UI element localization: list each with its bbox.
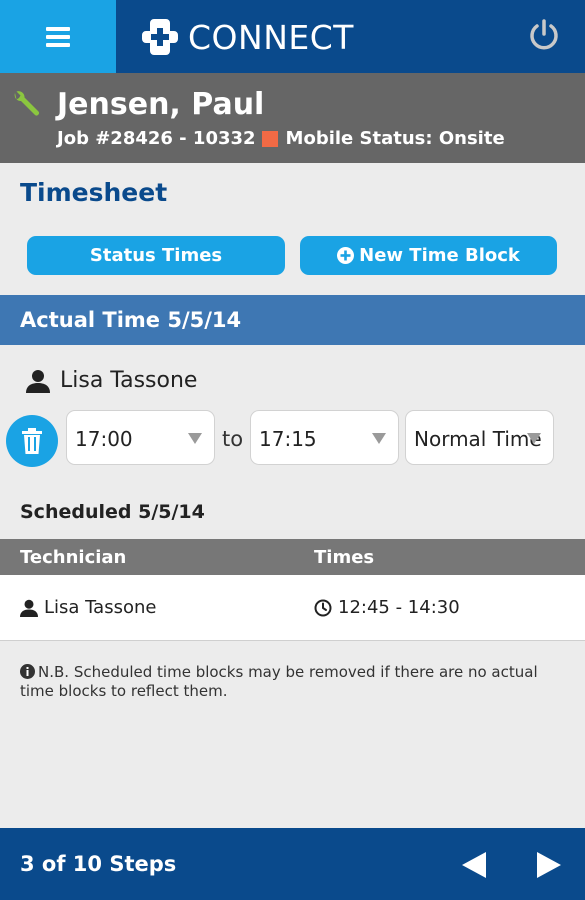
clock-icon [314, 599, 332, 616]
plus-cross-logo-icon [142, 19, 178, 55]
column-header-technician: Technician [20, 547, 127, 568]
brand: CONNECT [140, 16, 354, 58]
job-info: Job #28426 - 10332 Mobile Status: Onsite [57, 128, 505, 149]
delete-time-block-button[interactable] [6, 415, 58, 467]
actual-time-title: Actual Time 5/5/14 [20, 308, 242, 332]
dropdown-arrow-icon [188, 433, 202, 444]
to-time-select[interactable]: 17:15 [250, 410, 399, 465]
table-row: Lisa Tassone 12:45 - 14:30 [0, 575, 585, 641]
dropdown-arrow-icon [372, 433, 386, 444]
status-times-label: Status Times [89, 245, 223, 266]
scheduled-table-header: Technician Times [0, 539, 585, 575]
row-technician: Lisa Tassone [20, 597, 156, 618]
status-times-button[interactable]: Status Times [27, 236, 285, 275]
power-icon[interactable] [527, 18, 561, 52]
menu-button[interactable] [0, 0, 116, 73]
status-indicator [261, 130, 278, 147]
time-type-value: Normal Time [414, 427, 542, 451]
from-time-select[interactable]: 17:00 [66, 410, 215, 465]
bottom-bar: 3 of 10 Steps [0, 828, 585, 900]
person-icon [26, 369, 50, 393]
dropdown-arrow-icon [527, 433, 541, 444]
next-arrow-icon[interactable] [537, 852, 561, 878]
note-text: N.B. Scheduled time blocks may be remove… [20, 663, 538, 700]
scheduled-note: N.B. Scheduled time blocks may be remove… [20, 663, 565, 701]
row-times-value: 12:45 - 14:30 [338, 597, 460, 618]
to-label: to [222, 427, 244, 451]
to-time-value: 17:15 [259, 427, 317, 451]
info-icon [20, 664, 35, 679]
new-time-block-label: New Time Block [359, 245, 520, 266]
plus-circle-icon [337, 247, 355, 264]
scheduled-title: Scheduled 5/5/14 [20, 501, 205, 523]
top-bar: CONNECT [0, 0, 585, 73]
wrench-icon [14, 91, 40, 116]
app-title: CONNECT [188, 17, 354, 57]
row-times: 12:45 - 14:30 [314, 597, 460, 618]
trash-icon [22, 428, 42, 454]
job-number: Job #28426 - 10332 [57, 128, 256, 149]
job-header: Jensen, Paul Job #28426 - 10332 Mobile S… [0, 73, 585, 163]
hamburger-menu-icon [46, 26, 70, 47]
column-header-times: Times [314, 547, 375, 568]
person-icon [20, 599, 38, 617]
new-time-block-button[interactable]: New Time Block [300, 236, 557, 275]
time-type-select[interactable]: Normal Time [405, 410, 554, 465]
mobile-status: Mobile Status: Onsite [285, 128, 505, 149]
from-time-value: 17:00 [75, 427, 133, 451]
technician-name: Lisa Tassone [60, 368, 198, 393]
actual-technician: Lisa Tassone [26, 368, 197, 393]
actual-time-header: Actual Time 5/5/14 [0, 295, 585, 345]
page-title: Timesheet [20, 178, 168, 207]
previous-arrow-icon[interactable] [462, 852, 486, 878]
client-name: Jensen, Paul [57, 87, 265, 122]
row-technician-name: Lisa Tassone [44, 597, 157, 618]
step-counter: 3 of 10 Steps [20, 852, 177, 876]
